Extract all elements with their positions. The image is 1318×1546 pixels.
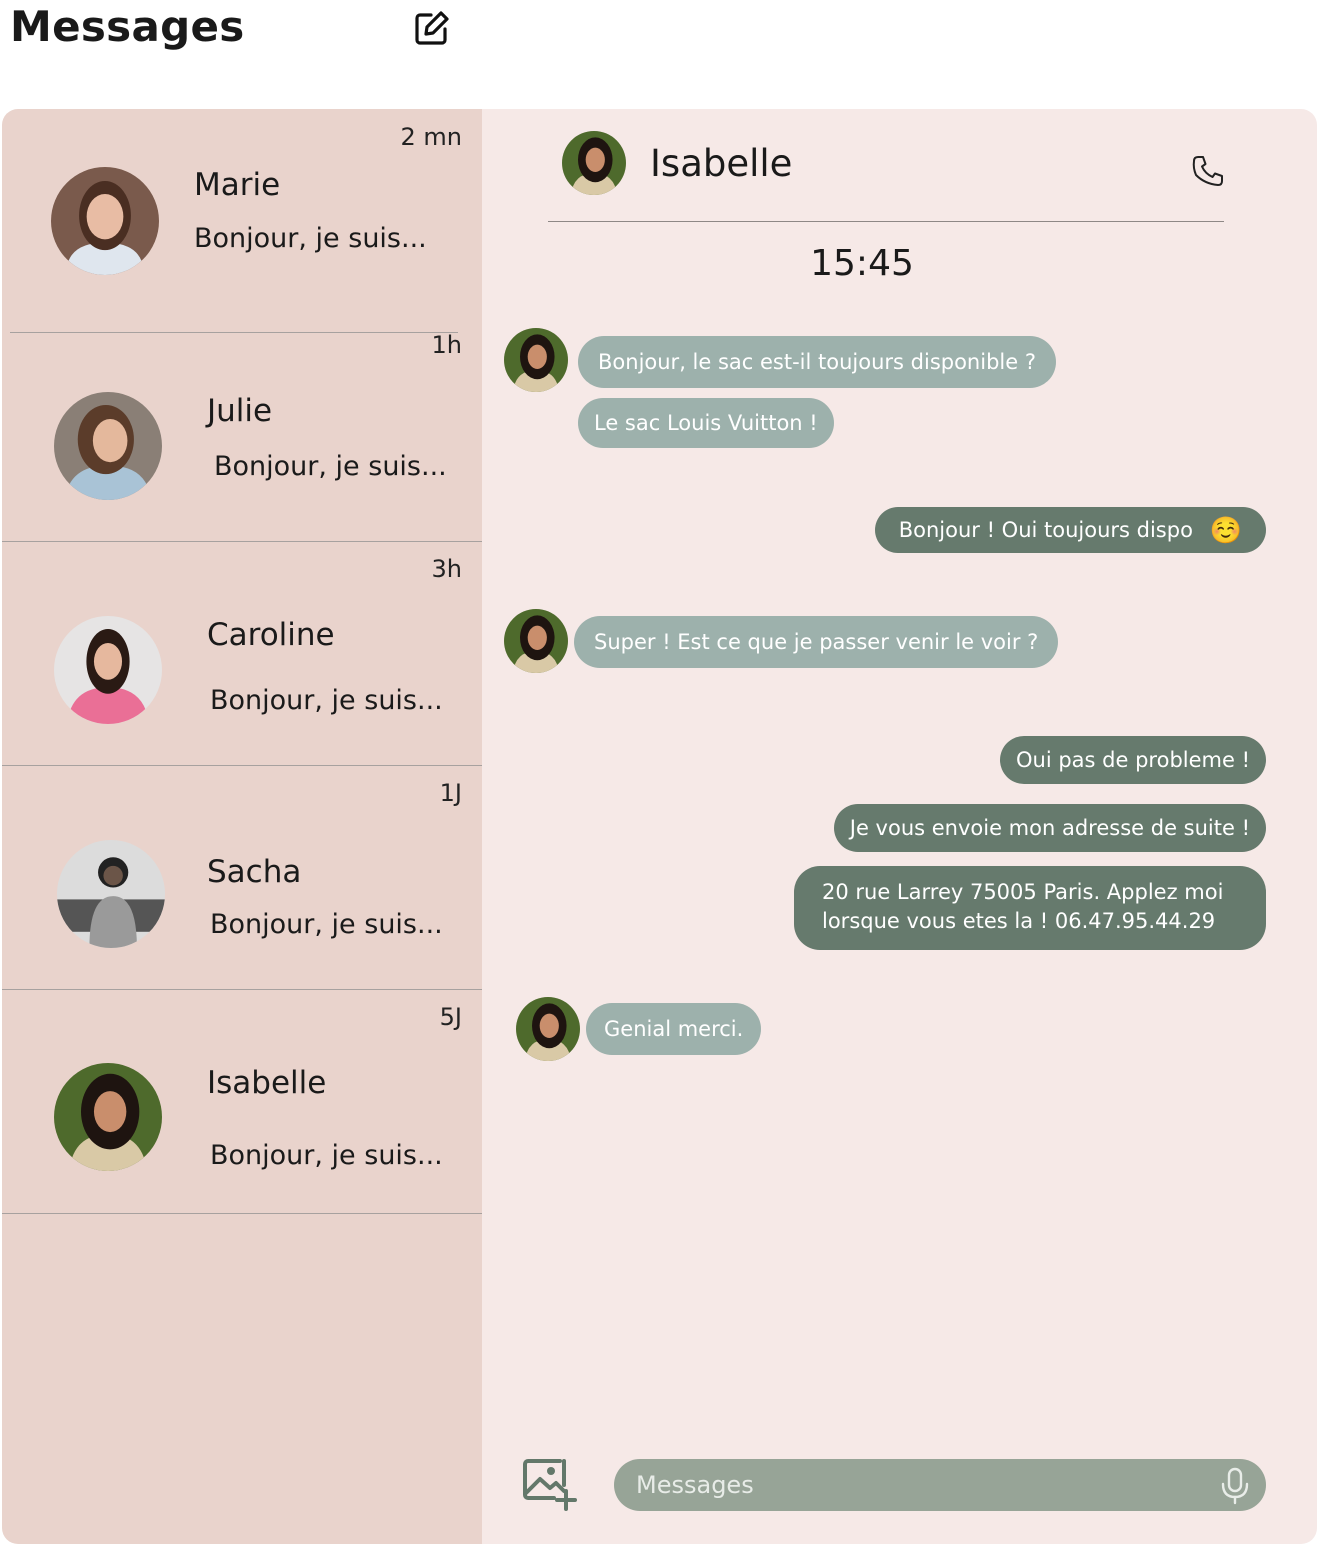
outgoing-message: Oui pas de probleme ! [1000, 736, 1266, 784]
app-title: Messages [10, 2, 245, 51]
avatar [51, 167, 159, 275]
conversation-item-sacha[interactable]: 1J Sacha Bonjour, je suis... [2, 765, 482, 990]
conversation-item-caroline[interactable]: 3h Caroline Bonjour, je suis... [2, 541, 482, 766]
message-avatar [504, 328, 568, 392]
conversation-name: Julie [207, 393, 273, 429]
message-avatar [516, 997, 580, 1061]
outgoing-message: 20 rue Larrey 75005 Paris. Applez moi lo… [794, 866, 1266, 950]
image-add-icon[interactable] [520, 1455, 578, 1513]
outgoing-message: Je vous envoie mon adresse de suite ! [833, 804, 1266, 852]
header-divider [548, 221, 1224, 222]
incoming-message: Super ! Est ce que je passer venir le vo… [574, 616, 1059, 668]
conversation-time: 1h [431, 331, 462, 359]
conversation-preview: Bonjour, je suis... [194, 223, 427, 254]
conversation-time: 2 mn [400, 123, 463, 151]
avatar [54, 1063, 162, 1171]
message-text: Bonjour ! Oui toujours dispo [898, 518, 1193, 542]
compose-icon[interactable] [412, 8, 452, 48]
conversation-preview: Bonjour, je suis... [210, 1140, 443, 1171]
chat-timestamp: 15:45 [810, 243, 914, 284]
conversation-name: Sacha [207, 854, 302, 890]
message-avatar [504, 609, 568, 673]
conversation-item-julie[interactable]: 1h Julie Bonjour, je suis... [2, 317, 482, 542]
conversation-list: 2 mn Marie Bonjour, je suis... 1h Julie … [2, 109, 482, 1544]
conversation-name: Marie [194, 167, 281, 203]
phone-icon[interactable] [1190, 153, 1226, 189]
conversation-preview: Bonjour, je suis... [210, 685, 443, 716]
incoming-message: Genial merci. [586, 1003, 762, 1055]
incoming-message: Bonjour, le sac est-il toujours disponib… [578, 336, 1056, 388]
conversation-item-isabelle[interactable]: 5J Isabelle Bonjour, je suis... [2, 989, 482, 1214]
conversation-preview: Bonjour, je suis... [210, 909, 443, 940]
message-input[interactable] [614, 1459, 1266, 1511]
incoming-message: Le sac Louis Vuitton ! [578, 398, 834, 448]
conversation-preview: Bonjour, je suis... [214, 451, 447, 482]
avatar [57, 840, 165, 948]
smile-emoji-icon: ☺️ [1209, 516, 1242, 546]
conversation-name: Isabelle [207, 1065, 327, 1101]
avatar [54, 392, 162, 500]
contact-name: Isabelle [650, 142, 793, 185]
contact-avatar[interactable] [562, 131, 626, 195]
conversation-name: Caroline [207, 617, 335, 653]
conversation-time: 5J [439, 1003, 462, 1031]
conversation-time: 3h [431, 555, 462, 583]
conversation-time: 1J [439, 779, 462, 807]
microphone-icon[interactable] [1220, 1467, 1250, 1505]
outgoing-message: Bonjour ! Oui toujours dispo ☺️ [874, 507, 1266, 553]
chat-panel: Isabelle 15:45 Bonjour, le sac est-il to… [482, 109, 1317, 1544]
avatar [54, 616, 162, 724]
conversation-item-marie[interactable]: 2 mn Marie Bonjour, je suis... [2, 109, 482, 333]
